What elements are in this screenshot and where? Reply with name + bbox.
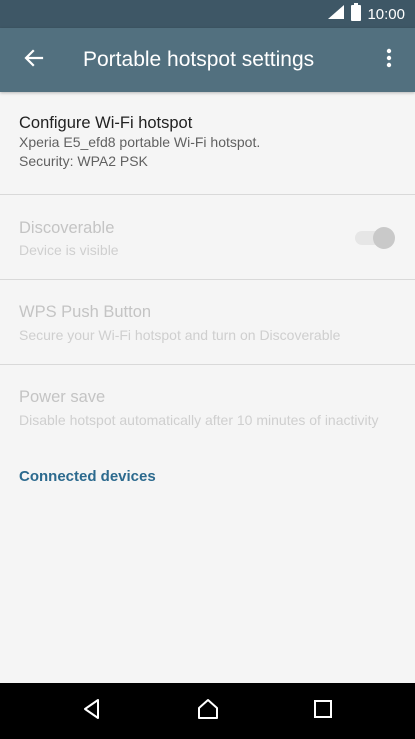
discoverable-title: Discoverable [19, 219, 115, 237]
settings-list: Configure Wi-Fi hotspot Xperia E5_efd8 p… [0, 92, 415, 498]
status-bar: 10:00 [0, 0, 415, 28]
discoverable-item: Discoverable Device is visible [0, 195, 415, 280]
power-save-title: Power save [19, 388, 106, 406]
app-bar: Portable hotspot settings [0, 28, 415, 92]
back-button[interactable] [10, 36, 58, 84]
nav-back-button[interactable] [64, 691, 120, 731]
back-icon [81, 698, 103, 725]
configure-hotspot-item[interactable]: Configure Wi-Fi hotspot Xperia E5_efd8 p… [0, 92, 415, 195]
wps-push-button-item: WPS Push Button Secure your Wi-Fi hotspo… [0, 280, 415, 365]
more-vert-icon [386, 48, 392, 73]
status-icons: 10:00 [327, 0, 405, 28]
recents-icon [313, 699, 333, 724]
connected-devices-header: Connected devices [19, 468, 156, 485]
arrow-back-icon [24, 48, 44, 73]
navigation-bar [0, 683, 415, 739]
signal-icon [327, 4, 345, 25]
status-time: 10:00 [367, 5, 405, 23]
overflow-menu-button[interactable] [367, 36, 411, 84]
page-title: Portable hotspot settings [83, 48, 315, 71]
nav-home-button[interactable] [180, 691, 236, 731]
wps-title: WPS Push Button [19, 303, 152, 321]
discoverable-subtitle: Device is visible [19, 242, 119, 258]
power-save-subtitle: Disable hotspot automatically after 10 m… [19, 412, 379, 428]
hotspot-security-text: Security: WPA2 PSK [19, 153, 148, 169]
battery-icon [351, 2, 362, 26]
configure-hotspot-title: Configure Wi-Fi hotspot [19, 114, 193, 132]
nav-recents-button[interactable] [295, 691, 351, 731]
discoverable-toggle[interactable] [355, 227, 395, 249]
hotspot-name-text: Xperia E5_efd8 portable Wi-Fi hotspot. [19, 134, 261, 150]
power-save-item: Power save Disable hotspot automatically… [0, 365, 415, 460]
toggle-thumb [373, 227, 395, 249]
wps-subtitle: Secure your Wi-Fi hotspot and turn on Di… [19, 327, 341, 343]
home-icon [196, 698, 220, 725]
